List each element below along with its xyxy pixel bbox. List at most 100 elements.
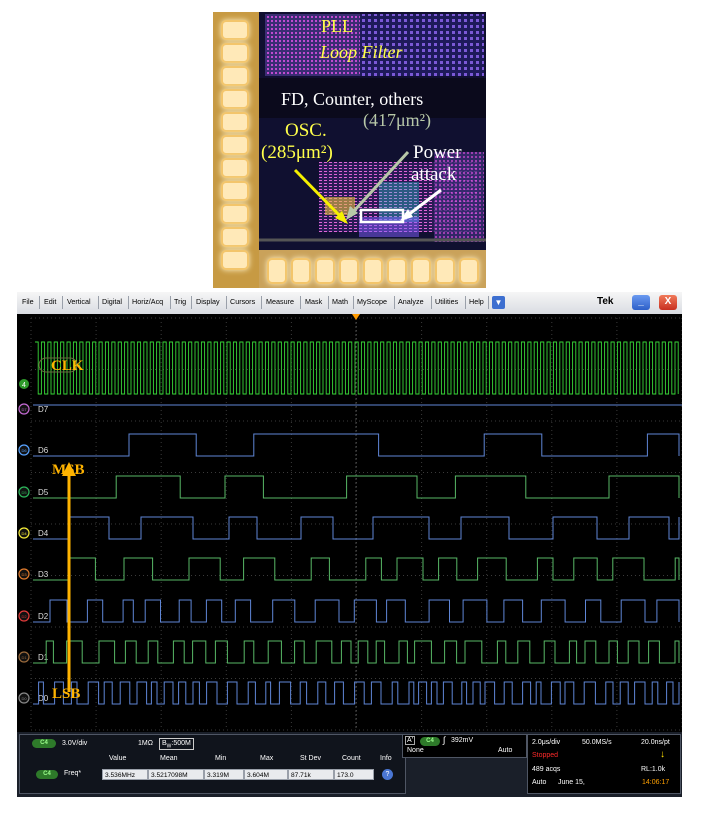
- minimize-button[interactable]: _: [632, 295, 650, 310]
- menu-mask[interactable]: Mask: [305, 297, 322, 306]
- measure-max: 3.604M: [244, 769, 288, 780]
- menu-separator: [226, 296, 227, 309]
- trigger-position-icon: ↓: [660, 749, 665, 760]
- menu-separator: [394, 296, 395, 309]
- channel-badge-text: D7: [21, 407, 27, 412]
- acquisition-panel[interactable]: 2.0μs/div 50.0MS/s 20.0ns/pt Stopped ↓ 4…: [527, 734, 681, 794]
- channel-label-d2: D2: [38, 612, 49, 621]
- acquisition-count: 489 acqs: [532, 766, 561, 773]
- digital-trace-d0: [33, 681, 680, 705]
- menu-measure[interactable]: Measure: [266, 297, 294, 306]
- channel-label-d3: D3: [38, 570, 49, 579]
- chip-label-fd-counter: FD, Counter, others: [281, 89, 424, 109]
- trigger-coupling: None: [407, 747, 424, 754]
- chip-label-area-osc: (285μm²): [261, 142, 333, 163]
- menu-utilities[interactable]: Utilities: [435, 297, 458, 306]
- channel-label-d1: D1: [38, 653, 49, 662]
- menu-separator: [39, 296, 40, 309]
- menu-bar: File Edit Vertical Digital Horiz/Acq Tri…: [17, 292, 682, 315]
- measurement-table: Value Mean Min Max St Dev Count Info C4 …: [20, 755, 405, 791]
- time: 14:06:17: [642, 779, 670, 786]
- menu-analyze[interactable]: Analyze: [398, 297, 424, 306]
- trigger-position-marker: [352, 314, 360, 320]
- record-length: RL:1.0k: [641, 766, 666, 773]
- menu-separator: [62, 296, 63, 309]
- channel-badge-text: D2: [21, 614, 27, 619]
- chip-label-power: Power: [413, 142, 462, 163]
- menu-separator: [328, 296, 329, 309]
- menu-file[interactable]: File: [22, 297, 34, 306]
- trigger-mode: Auto: [498, 747, 513, 754]
- menu-separator: [191, 296, 192, 309]
- measure-stdev: 87.71k: [288, 769, 334, 780]
- info-icon[interactable]: ?: [382, 769, 393, 780]
- menu-display[interactable]: Display: [196, 297, 220, 306]
- close-button[interactable]: X: [659, 295, 677, 310]
- menu-math[interactable]: Math: [332, 297, 348, 306]
- menu-separator: [488, 296, 489, 309]
- chip-label-pll: PLL: [321, 16, 354, 36]
- channel-badge-text: D5: [21, 490, 27, 495]
- waveform-display[interactable]: D7 D7 D6 D6 D5 D5 D4 D4 D3 D3 D2 D2 D1 D1 D0 D0 4 CLK MS…: [17, 314, 683, 732]
- impedance: 1MΩ: [138, 740, 153, 747]
- menu-dropdown-arrow-icon[interactable]: ▼: [492, 296, 505, 309]
- menu-horiz-acq[interactable]: Horiz/Acq: [132, 297, 163, 306]
- menu-separator: [98, 296, 99, 309]
- vertical-scale[interactable]: 3.0V/div: [62, 740, 87, 747]
- measure-mean: 3.5217098M: [148, 769, 204, 780]
- chip-label-loop-filter: Loop Filter: [320, 42, 403, 62]
- menu-separator: [128, 296, 129, 309]
- trigger-source-badge[interactable]: C4: [420, 737, 440, 746]
- menu-separator: [353, 296, 354, 309]
- analog-marker-text: 4: [22, 382, 26, 389]
- waveform-canvas: D7 D7D6 D6D5 D5D4 D4D3 D3D2 D2D1 D1D0 D04: [18, 314, 683, 731]
- menu-edit[interactable]: Edit: [44, 297, 56, 306]
- measurement-row[interactable]: C4 Freq* 3.536MHz 3.5217098M 3.319M 3.60…: [20, 769, 405, 781]
- trigger-level: 392mV: [451, 737, 474, 744]
- chip-label-osc: OSC.: [285, 120, 327, 141]
- digital-trace-d3: [33, 557, 680, 581]
- trigger-panel[interactable]: A' C4 ∫ 392mV None Auto: [402, 734, 527, 758]
- menu-vertical[interactable]: Vertical: [67, 297, 91, 306]
- measure-value: 3.536MHz: [102, 769, 148, 780]
- measure-header-mean: Mean: [160, 755, 178, 762]
- lsb-annotation: LSB: [52, 686, 81, 702]
- oscilloscope-window: File Edit Vertical Digital Horiz/Acq Tri…: [17, 292, 683, 797]
- menu-separator: [170, 296, 171, 309]
- measure-name: Freq*: [64, 770, 82, 777]
- bandwidth-box[interactable]: BW:500M: [159, 738, 194, 750]
- measure-header-info: Info: [380, 755, 392, 762]
- channel-badge-text: D6: [21, 448, 27, 453]
- resolution: 20.0ns/pt: [641, 739, 670, 746]
- status-bar: C4 3.0V/div 1MΩ BW:500M Value Mean Min M…: [17, 732, 682, 797]
- measure-count: 173.0: [334, 769, 374, 780]
- tek-brand-logo: Tek: [597, 296, 614, 307]
- channel-badge-text: D3: [21, 572, 27, 577]
- menu-trig[interactable]: Trig: [174, 297, 186, 306]
- menu-separator: [261, 296, 262, 309]
- menu-help[interactable]: Help: [469, 297, 484, 306]
- channel-badge-text: D0: [21, 696, 27, 701]
- menu-separator: [300, 296, 301, 309]
- channel-panel[interactable]: C4 3.0V/div 1MΩ BW:500M Value Mean Min M…: [19, 734, 406, 794]
- chip-micrograph: PLL Loop Filter FD, Counter, others (417…: [213, 12, 486, 288]
- timebase: 2.0μs/div: [532, 739, 561, 746]
- menu-cursors[interactable]: Cursors: [230, 297, 255, 306]
- menu-digital[interactable]: Digital: [102, 297, 122, 306]
- measure-header-max: Max: [260, 755, 274, 762]
- measure-header-min: Min: [215, 755, 227, 762]
- measure-source-badge[interactable]: C4: [36, 770, 58, 779]
- trigger-slope-icon: ∫: [443, 735, 446, 745]
- measure-header-value: Value: [109, 755, 127, 762]
- digital-trace-d6: [33, 433, 680, 457]
- date: June 15,: [558, 779, 585, 786]
- chip-label-attack: attack: [411, 164, 457, 185]
- channel-badge[interactable]: C4: [32, 739, 56, 748]
- menu-separator: [431, 296, 432, 309]
- sample-rate: 50.0MS/s: [582, 739, 612, 746]
- menu-myscope[interactable]: MyScope: [357, 297, 387, 306]
- chip-label-area-counter: (417μm²): [363, 110, 432, 130]
- channel-label-d5: D5: [38, 488, 49, 497]
- channel-label-d7: D7: [38, 405, 49, 414]
- menu-separator: [465, 296, 466, 309]
